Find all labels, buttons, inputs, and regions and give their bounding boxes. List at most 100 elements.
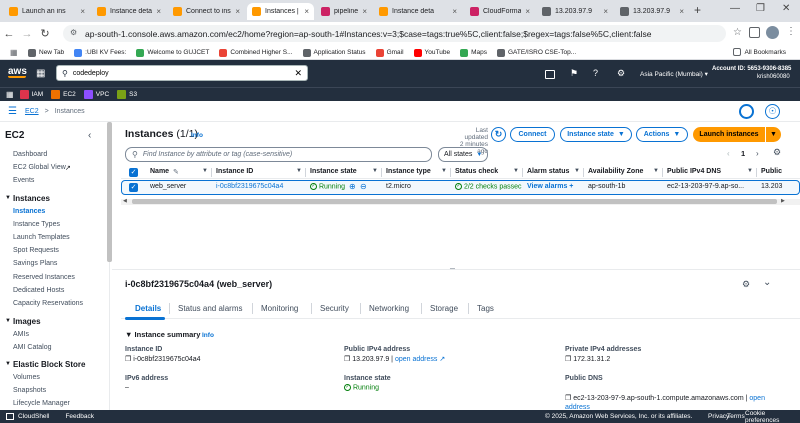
page-number[interactable]: 1 (741, 149, 745, 158)
sort-icon[interactable]: ▼ (653, 168, 659, 174)
notifications-icon[interactable]: ⚑ (570, 68, 578, 79)
instance-search-input[interactable]: ⚲ Find Instance by attribute or tag (cas… (125, 147, 432, 162)
sidebar-section-instances[interactable]: Instances (13, 194, 50, 203)
reload-icon[interactable]: ↻ (36, 27, 54, 40)
collapse-panel-icon[interactable]: ⌄ (763, 277, 771, 288)
close-icon[interactable]: × (525, 7, 530, 16)
sidebar-item-snapshots[interactable]: Snapshots (13, 387, 46, 394)
drag-handle-icon[interactable]: ─ (450, 266, 455, 273)
sidebar-item-ec2-global-view[interactable]: EC2 Global View (13, 164, 66, 171)
collapse-sidebar-icon[interactable]: ‹ (88, 130, 91, 141)
apps-icon[interactable]: ▦ (10, 48, 18, 57)
refresh-button[interactable]: ↻ (491, 127, 506, 142)
close-icon[interactable]: × (304, 7, 309, 16)
close-icon[interactable]: × (679, 7, 684, 16)
address-bar[interactable]: ⚙ ap-south-1.console.aws.amazon.com/ec2/… (63, 25, 726, 42)
state-filter-select[interactable]: All states ▼ (438, 147, 488, 162)
close-icon[interactable]: × (603, 7, 608, 16)
sidebar-item-reserved-instances[interactable]: Reserved Instances (13, 274, 75, 281)
summary-header[interactable]: ▼ Instance summary (125, 330, 200, 339)
next-page-icon[interactable]: › (756, 149, 759, 158)
star-icon[interactable]: ☆ (733, 27, 742, 38)
browser-tab[interactable]: 13.203.97.9 × (615, 3, 689, 20)
copy-icon[interactable]: ❐ (125, 356, 131, 363)
bookmark-item[interactable]: Gmail (375, 48, 404, 57)
browser-tab[interactable]: Instance deta × (374, 3, 462, 20)
cell-instance-id[interactable]: i-0c8bf2319675c04a4 (216, 183, 283, 190)
tab-details[interactable]: Details (135, 304, 161, 313)
instance-state-button[interactable]: Instance state ▼ (560, 127, 632, 142)
bookmark-item[interactable]: New Tab (28, 48, 64, 57)
column-header[interactable]: Instance ID (216, 168, 253, 175)
sidebar-item-ami-catalog[interactable]: AMI Catalog (13, 344, 52, 351)
bookmark-item[interactable]: Welcome to GUJCET (136, 48, 209, 57)
sidebar-item-instances[interactable]: Instances (13, 208, 45, 215)
all-bookmarks[interactable]: All Bookmarks (733, 48, 786, 56)
sort-icon[interactable]: ▼ (441, 168, 447, 174)
sidebar-item-volumes[interactable]: Volumes (13, 374, 40, 381)
row-checkbox[interactable]: ✓ (129, 183, 138, 192)
info-panel-icon[interactable]: ☉ (765, 104, 780, 119)
column-header[interactable]: Public IPv4 DNS (667, 168, 721, 175)
hamburger-icon[interactable]: ☰ (8, 106, 17, 117)
help-icon[interactable]: ? (593, 68, 598, 78)
cell-alarm[interactable]: View alarms + (527, 183, 573, 190)
sidebar-item-lifecycle-manager[interactable]: Lifecycle Manager (13, 400, 70, 407)
actions-button[interactable]: Actions ▼ (636, 127, 688, 142)
browser-tab[interactable]: Launch an ins × (4, 3, 90, 20)
new-tab-button[interactable]: + (694, 3, 701, 17)
sidebar-item-dashboard[interactable]: Dashboard (13, 151, 47, 158)
close-icon[interactable]: × (80, 7, 85, 16)
bookmark-item[interactable]: Combined Higher S... (219, 48, 293, 57)
browser-tab[interactable]: pipelineqq | E× (316, 3, 372, 20)
close-icon[interactable]: × (362, 7, 367, 16)
profile-avatar[interactable] (766, 26, 779, 39)
sort-icon[interactable]: ▼ (202, 168, 208, 174)
prev-page-icon[interactable]: ‹ (727, 149, 730, 158)
sidebar-section-ebs[interactable]: Elastic Block Store (13, 360, 85, 369)
preferences-icon[interactable]: ⚙ (773, 147, 781, 158)
notifications-panel-icon[interactable] (739, 104, 754, 119)
breadcrumb-ec2[interactable]: EC2 (25, 108, 39, 115)
forward-icon[interactable]: → (18, 28, 36, 40)
sidebar-item-launch-templates[interactable]: Launch Templates (13, 234, 70, 241)
sort-icon[interactable]: ▼ (513, 168, 519, 174)
column-header[interactable]: Name (150, 168, 169, 175)
favorite-iam[interactable]: IAM (19, 90, 43, 99)
browser-tab[interactable]: 13.203.97.9 × (537, 3, 613, 20)
scrollbar-thumb[interactable] (132, 199, 777, 204)
split-divider[interactable] (112, 269, 800, 270)
close-icon[interactable]: × (452, 7, 457, 16)
launch-dropdown-button[interactable]: ▼ (766, 127, 781, 142)
gear-icon[interactable]: ⚙ (742, 279, 750, 290)
cloudshell-icon[interactable] (545, 70, 555, 79)
copy-icon[interactable]: ❐ (344, 356, 350, 363)
grid-icon[interactable]: ▦ (6, 90, 14, 99)
zoom-out-icon[interactable]: ⊖ (360, 182, 367, 191)
sort-icon[interactable]: ▼ (296, 168, 302, 174)
sidebar-item-amis[interactable]: AMIs (13, 331, 29, 338)
account-user[interactable]: krish060080 (757, 74, 790, 80)
browser-tab[interactable]: CloudFormat × (465, 3, 535, 20)
sidebar-item-capacity-reservations[interactable]: Capacity Reservations (13, 300, 83, 307)
aws-logo[interactable]: aws (8, 66, 27, 78)
sidebar-item-instance-types[interactable]: Instance Types (13, 221, 60, 228)
close-icon[interactable]: × (156, 7, 161, 16)
aws-search-input[interactable]: ⚲ codedeploy ✕ (56, 65, 308, 81)
back-icon[interactable]: ← (0, 28, 18, 40)
connect-button[interactable]: Connect (510, 127, 555, 142)
sidebar-section-images[interactable]: Images (13, 317, 41, 326)
tab-networking[interactable]: Networking (369, 304, 409, 313)
bookmark-item[interactable]: Application Status (302, 48, 366, 57)
copy-icon[interactable]: ❐ (565, 356, 571, 363)
minimize-icon[interactable]: — (730, 3, 740, 14)
browser-tab[interactable]: Connect to ins × (168, 3, 245, 20)
sort-icon[interactable]: ▼ (747, 168, 753, 174)
copy-icon[interactable]: ❐ (565, 395, 571, 402)
column-header[interactable]: Availability Zone (588, 168, 643, 175)
cloudshell-link[interactable]: CloudShell (18, 413, 49, 420)
launch-instances-button[interactable]: Launch instances (693, 127, 765, 142)
menu-icon[interactable]: ⋮ (786, 26, 796, 37)
scroll-right-icon[interactable]: ▶ (781, 198, 785, 204)
tab-monitoring[interactable]: Monitoring (261, 304, 298, 313)
